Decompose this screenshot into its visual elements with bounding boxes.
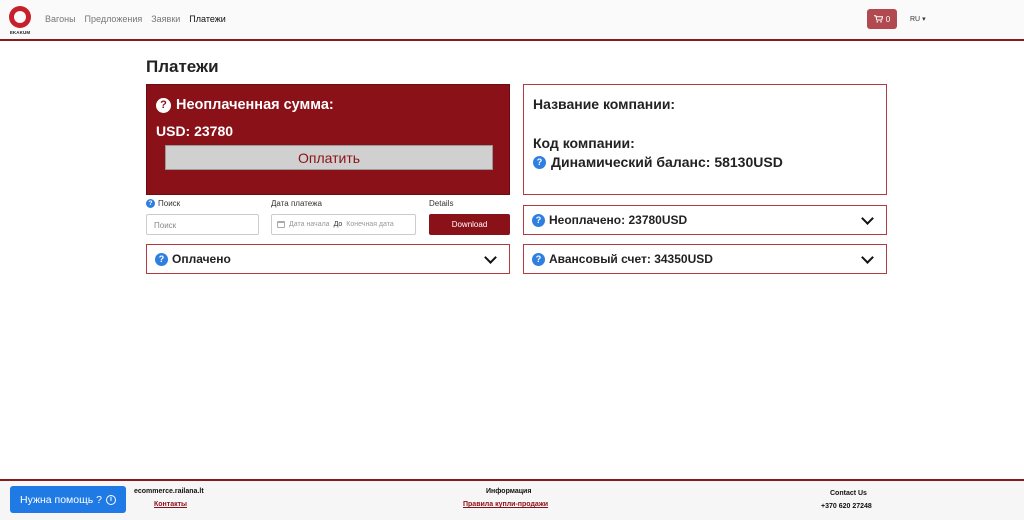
date-range-picker[interactable]: Дата начала До Конечная дата — [271, 214, 416, 235]
search-label: ? Поиск — [146, 199, 180, 208]
unpaid-heading: ? Неоплаченная сумма: — [156, 97, 334, 113]
accordion-unpaid-label: Неоплачено: 23780USD — [549, 213, 688, 227]
top-navbar: EKAKUM Вагоны Предложения Заявки Платежи… — [0, 0, 1024, 41]
caret-down-icon: ▾ — [922, 16, 926, 23]
accordion-advance[interactable]: ? Авансовый счет: 34350USD — [523, 244, 887, 274]
company-code-label: Код компании: — [533, 135, 635, 151]
language-label: RU — [910, 16, 921, 23]
accordion-paid-label: Оплачено — [172, 252, 231, 266]
help-button-label: Нужна помощь ? — [20, 493, 102, 506]
unpaid-summary-card: ? Неоплаченная сумма: USD: 23780 Оплатит… — [146, 84, 510, 195]
footer-site: ecommerce.railana.lt — [134, 488, 204, 495]
nav-item-offers[interactable]: Предложения — [85, 14, 143, 24]
question-icon[interactable]: ? — [533, 155, 546, 169]
search-label-text: Поиск — [158, 199, 181, 208]
company-info-card: Название компании: Код компании: ? Динам… — [523, 84, 887, 195]
nav-item-wagons[interactable]: Вагоны — [45, 14, 76, 24]
nav-links: Вагоны Предложения Заявки Платежи — [45, 14, 226, 24]
question-icon[interactable]: ? — [532, 213, 545, 227]
date-end-input[interactable]: Конечная дата — [346, 221, 393, 228]
question-icon[interactable]: ? — [532, 252, 545, 266]
search-input[interactable]: Поиск — [146, 214, 259, 235]
cart-button[interactable]: 0 — [867, 9, 897, 29]
download-button[interactable]: Download — [429, 214, 510, 235]
dynamic-balance: ? Динамический баланс: 58130USD — [533, 154, 783, 170]
question-icon[interactable]: ? — [146, 199, 155, 208]
footer-rules-link[interactable]: Правила купли-продажи — [463, 501, 548, 508]
date-start-input[interactable]: Дата начала — [289, 221, 330, 228]
help-button[interactable]: Нужна помощь ? i — [10, 486, 126, 513]
footer-phone: +370 620 27248 — [821, 503, 872, 510]
date-label: Дата платежа — [271, 199, 322, 208]
question-icon[interactable]: ? — [155, 252, 168, 266]
footer-info-heading: Информация — [486, 488, 532, 495]
accordion-unpaid[interactable]: ? Неоплачено: 23780USD — [523, 205, 887, 235]
nav-item-requests[interactable]: Заявки — [151, 14, 180, 24]
dynamic-balance-text: Динамический баланс: 58130USD — [551, 154, 783, 170]
language-selector[interactable]: RU ▾ — [910, 15, 926, 23]
page-title: Платежи — [146, 57, 219, 76]
info-icon: i — [105, 494, 116, 505]
chevron-down-icon — [484, 251, 497, 264]
accordion-advance-label: Авансовый счет: 34350USD — [549, 252, 713, 266]
unpaid-amount: USD: 23780 — [156, 123, 234, 139]
date-separator: До — [333, 221, 343, 228]
accordion-paid[interactable]: ? Оплачено — [146, 244, 510, 274]
pay-button[interactable]: Оплатить — [165, 145, 493, 170]
chevron-down-icon — [861, 251, 874, 264]
footer: ecommerce.railana.lt Контакты Информация… — [0, 479, 1024, 520]
footer-contacts-link[interactable]: Контакты — [154, 501, 187, 508]
logo-text: EKAKUM — [9, 30, 31, 35]
unpaid-heading-text: Неоплаченная сумма: — [176, 97, 334, 113]
cart-count: 0 — [885, 14, 891, 24]
details-label: Details — [429, 199, 454, 208]
brand-logo[interactable]: EKAKUM — [7, 6, 33, 36]
cart-icon — [873, 15, 883, 23]
nav-item-payments[interactable]: Платежи — [189, 14, 226, 24]
question-icon[interactable]: ? — [156, 97, 171, 113]
logo-mark-icon — [9, 6, 31, 28]
chevron-down-icon — [861, 212, 874, 225]
calendar-icon — [277, 221, 285, 228]
footer-contact-heading: Contact Us — [830, 490, 867, 497]
company-name-label: Название компании: — [533, 96, 676, 112]
